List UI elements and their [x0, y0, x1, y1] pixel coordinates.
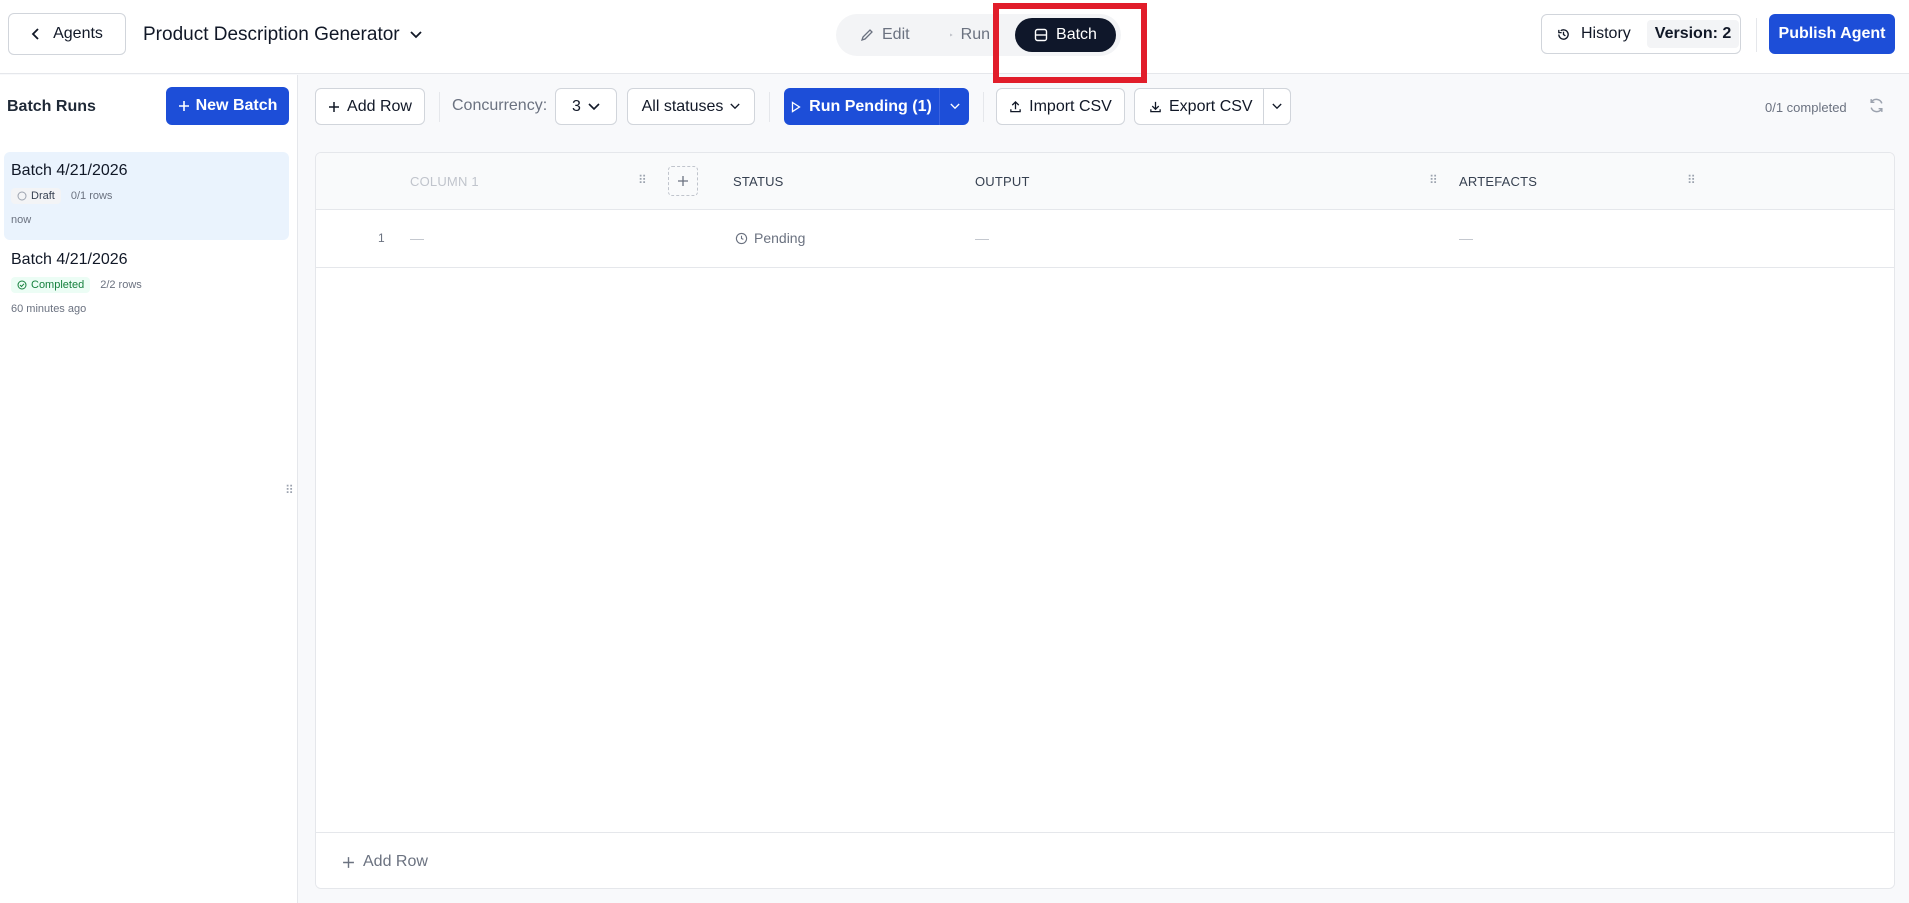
top-bar: Agents Product Description Generator Edi…	[0, 0, 1909, 83]
chevron-down-icon	[730, 103, 741, 110]
run-pending-label: Run Pending (1)	[809, 97, 932, 115]
clock-icon	[735, 232, 748, 244]
export-options-dropdown[interactable]	[1263, 88, 1291, 125]
run-options-dropdown[interactable]	[940, 88, 969, 125]
chevron-down-icon	[409, 31, 422, 39]
concurrency-select[interactable]: 3	[555, 88, 617, 125]
play-icon	[950, 33, 953, 37]
batch-list-item[interactable]: Batch 4/21/2026 Completed 2/2 rows 60 mi…	[4, 241, 289, 329]
resize-handle-icon[interactable]: ⠿	[285, 483, 294, 497]
rows-count: 0/1 rows	[70, 190, 113, 202]
chevron-down-icon	[1272, 103, 1282, 110]
cell-artefacts: —	[1459, 230, 1473, 246]
row-number: 1	[378, 231, 385, 245]
footer-add-row-button[interactable]: Add Row	[342, 853, 428, 871]
footer-add-row-label: Add Row	[363, 853, 428, 870]
tab-batch[interactable]: Batch	[1015, 18, 1116, 52]
drag-handle-icon[interactable]: ⠿	[1429, 173, 1438, 187]
batch-name: Batch 4/21/2026	[11, 162, 128, 179]
export-csv-label: Export CSV	[1169, 97, 1253, 115]
drag-handle-icon[interactable]: ⠿	[1687, 173, 1696, 187]
chevron-down-icon	[588, 102, 600, 110]
concurrency-label: Concurrency:	[452, 97, 548, 114]
table-header: COLUMN 1 ⠿ STATUS OUTPUT ⠿ ARTEFACTS ⠿	[316, 153, 1894, 210]
tab-run[interactable]: Run	[938, 18, 1002, 52]
batch-time: 60 minutes ago	[11, 303, 87, 315]
import-csv-button[interactable]: Import CSV	[996, 88, 1125, 125]
refresh-icon[interactable]	[1868, 97, 1885, 119]
plus-icon	[678, 176, 688, 186]
drag-handle-icon[interactable]: ⠿	[638, 173, 647, 187]
add-row-button[interactable]: Add Row	[315, 88, 425, 125]
status-filter-value: All statuses	[641, 97, 724, 115]
status-label: Pending	[754, 230, 806, 246]
plus-icon	[343, 856, 354, 868]
batch-name: Batch 4/21/2026	[11, 251, 128, 268]
batch-table: COLUMN 1 ⠿ STATUS OUTPUT ⠿ ARTEFACTS ⠿ 1…	[315, 152, 1895, 889]
divider	[1756, 18, 1757, 52]
tab-run-label: Run	[960, 26, 990, 43]
cell-status: Pending	[735, 230, 805, 246]
status-label: Draft	[31, 190, 55, 202]
publish-agent-button[interactable]: Publish Agent	[1769, 14, 1895, 54]
history-button[interactable]: History Version: 2	[1541, 14, 1741, 54]
status-filter-select[interactable]: All statuses	[627, 88, 755, 125]
run-pending-button-group: Run Pending (1)	[784, 88, 969, 125]
status-label: Completed	[31, 279, 85, 291]
completed-count: 0/1 completed	[1765, 100, 1847, 115]
back-label: Agents	[53, 25, 103, 42]
plus-icon	[178, 101, 189, 111]
chevron-down-icon	[949, 103, 960, 110]
import-csv-label: Import CSV	[1029, 97, 1112, 115]
tab-edit-label: Edit	[882, 26, 910, 43]
agent-title-dropdown[interactable]: Product Description Generator	[143, 24, 422, 46]
concurrency-value: 3	[572, 97, 581, 115]
table-row[interactable]: 1 — Pending — —	[316, 210, 1894, 268]
play-icon	[792, 100, 801, 113]
divider	[983, 92, 984, 122]
column-header-column-1[interactable]: COLUMN 1	[410, 174, 479, 189]
add-row-label: Add Row	[347, 97, 412, 115]
batch-runs-sidebar: Batch Runs New Batch Batch 4/21/2026 Dra…	[0, 75, 298, 903]
upload-icon	[1010, 100, 1021, 113]
status-badge: Draft	[11, 188, 61, 204]
chevron-left-icon	[31, 28, 39, 40]
batch-time: now	[11, 214, 32, 226]
status-badge: Completed	[11, 277, 91, 293]
plus-icon	[329, 101, 340, 112]
divider	[439, 92, 440, 122]
batch-icon	[1034, 28, 1048, 42]
divider	[769, 92, 770, 122]
table-footer: Add Row	[316, 832, 1894, 888]
batch-toolbar: Add Row Concurrency: 3 All statuses Run …	[299, 75, 1909, 137]
cell-output: —	[975, 230, 989, 246]
column-header-output: OUTPUT	[975, 174, 1030, 189]
sidebar-title: Batch Runs	[7, 98, 96, 115]
add-column-button[interactable]	[668, 166, 698, 196]
page-title: Product Description Generator	[143, 24, 400, 45]
check-circle-icon	[17, 280, 27, 290]
mode-switch: Edit Run Batch	[836, 14, 1121, 56]
clock-icon	[17, 191, 27, 201]
batch-list-item[interactable]: Batch 4/21/2026 Draft 0/1 rows now	[4, 152, 289, 240]
version-badge: Version: 2	[1646, 20, 1740, 48]
run-pending-button[interactable]: Run Pending (1)	[784, 88, 940, 125]
tab-edit[interactable]: Edit	[848, 18, 922, 52]
pencil-icon	[860, 29, 873, 42]
history-icon	[1558, 28, 1569, 40]
tab-batch-label: Batch	[1056, 26, 1097, 43]
column-header-status: STATUS	[733, 174, 784, 189]
rows-count: 2/2 rows	[100, 279, 142, 291]
history-label: History	[1581, 25, 1631, 42]
column-header-artefacts: ARTEFACTS	[1459, 174, 1538, 189]
download-icon	[1150, 101, 1161, 113]
new-batch-button[interactable]: New Batch	[166, 87, 289, 125]
cell-column-1[interactable]: —	[410, 230, 424, 246]
back-to-agents-button[interactable]: Agents	[8, 13, 126, 55]
new-batch-label: New Batch	[195, 97, 278, 114]
